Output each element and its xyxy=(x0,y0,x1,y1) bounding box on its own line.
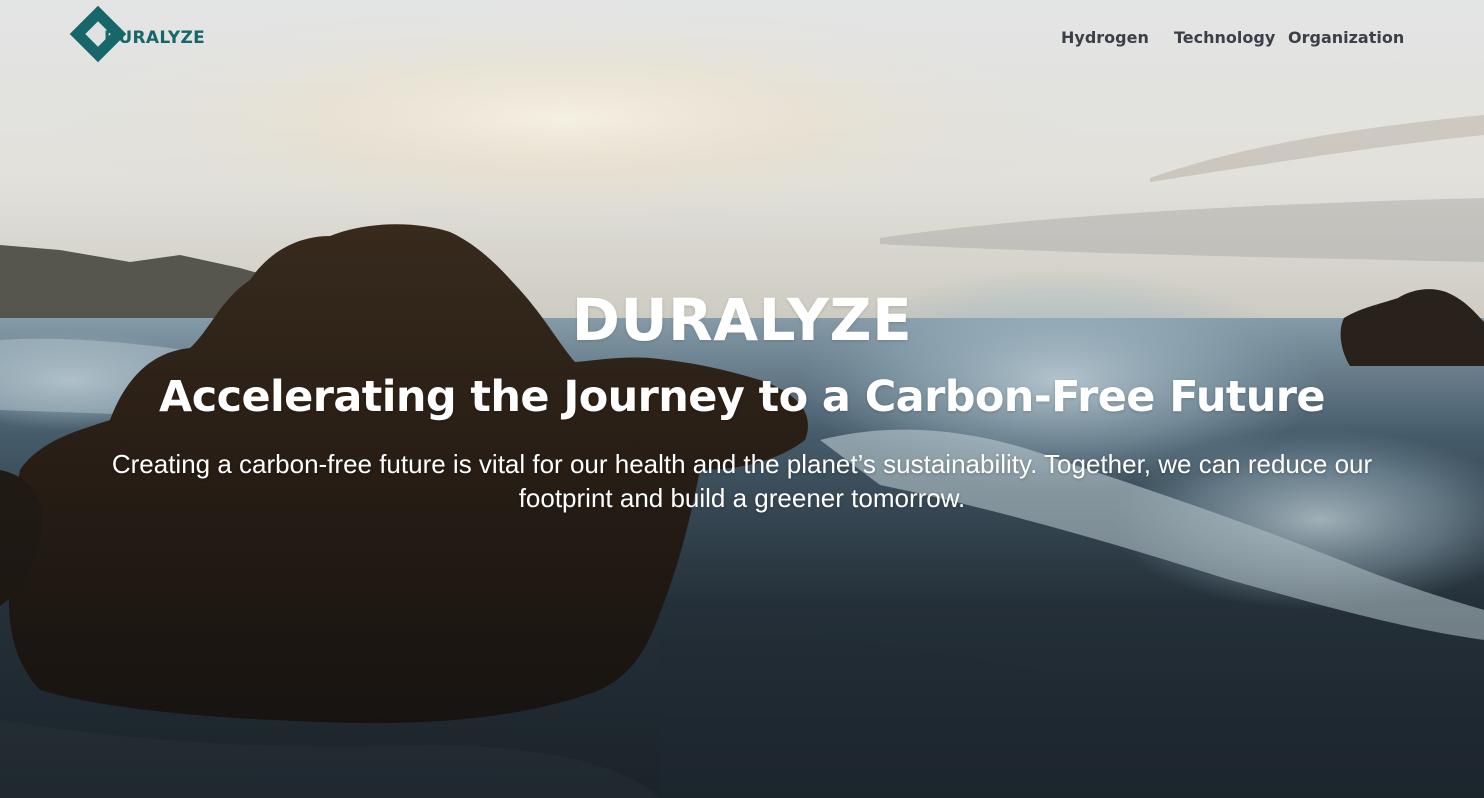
hero-brand-title: DURALYZE xyxy=(571,286,913,354)
hero-description: Creating a carbon-free future is vital f… xyxy=(111,449,1373,513)
top-navigation: DURALYZE Hydrogen Technology Organizatio… xyxy=(0,0,1484,80)
nav-link-hydrogen[interactable]: Hydrogen xyxy=(1061,26,1149,50)
nav-link-technology[interactable]: Technology xyxy=(1174,26,1275,50)
logo-link[interactable]: DURALYZE xyxy=(69,5,214,66)
logo-wordmark: DURALYZE xyxy=(104,28,205,48)
nav-link-organization[interactable]: Organization xyxy=(1288,26,1404,50)
hero-headline: Accelerating the Journey to a Carbon-Fre… xyxy=(159,372,1326,422)
